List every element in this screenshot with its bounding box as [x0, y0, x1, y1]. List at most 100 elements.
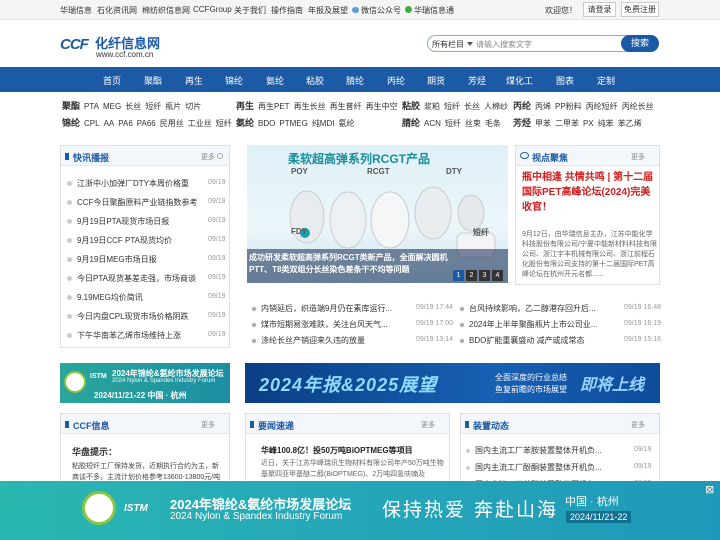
- forum-ad-small[interactable]: ISTM 2024年锦纶&氨纶市场发展论坛 2024 Nylon & Spand…: [60, 363, 230, 403]
- category-link[interactable]: AA: [104, 119, 115, 128]
- search-button[interactable]: 搜索: [621, 35, 659, 52]
- register-button[interactable]: 免费注册: [621, 2, 659, 17]
- flash-more-link[interactable]: 更多: [201, 152, 215, 162]
- category-link[interactable]: 短纤: [216, 119, 232, 128]
- category-link[interactable]: BDO: [258, 119, 275, 128]
- category-link[interactable]: 人棉纱: [484, 102, 508, 111]
- nav-polyester[interactable]: 聚酯: [144, 74, 162, 87]
- carousel-banner[interactable]: 柔软超高弹系列RCGT产品 POY RCGT DTY FDY 短纤 成功研发柔软…: [247, 145, 508, 283]
- carousel-page-1[interactable]: 1: [453, 270, 464, 281]
- carousel-page-4[interactable]: 4: [492, 270, 503, 281]
- top-link-cotton[interactable]: 棉纺织信息网: [142, 5, 190, 16]
- category-link[interactable]: 丙纶长丝: [622, 102, 654, 111]
- category-link[interactable]: 短纤: [145, 102, 161, 111]
- news-fast-headline[interactable]: 华峰100.8亿！投50万吨BiOPTMEG等项目: [261, 445, 413, 456]
- news-list-item[interactable]: BDO扩能重襄盛动 减产或成常态 09/19 15:16: [460, 335, 661, 346]
- category-link[interactable]: 再生普纤: [330, 102, 362, 111]
- category-link[interactable]: PTMEG: [279, 119, 307, 128]
- flash-news-item[interactable]: 今日内盘CPL现货市场价格阴跌 09/19: [67, 311, 226, 322]
- category-link[interactable]: 再生PET: [258, 102, 290, 111]
- focus-more-link[interactable]: 更多: [631, 152, 645, 162]
- category-link[interactable]: 民用丝: [160, 119, 184, 128]
- category-link[interactable]: 工业丝: [188, 119, 212, 128]
- category-link[interactable]: 切片: [185, 102, 201, 111]
- category-link[interactable]: PTA: [84, 102, 99, 111]
- category-title[interactable]: 聚酯: [62, 101, 80, 111]
- nav-recycled[interactable]: 再生: [185, 74, 203, 87]
- category-link[interactable]: 浆粕: [424, 102, 440, 111]
- nav-aromatics[interactable]: 芳烃: [468, 74, 486, 87]
- category-link[interactable]: 纯MDI: [312, 119, 335, 128]
- install-more-link[interactable]: 更多: [631, 420, 645, 430]
- news-list-item[interactable]: 煤市短期易涨难跌，关注台风天气... 09/19 17:00: [252, 319, 457, 330]
- nav-nylon[interactable]: 锦纶: [225, 74, 243, 87]
- close-icon[interactable]: ⊠: [705, 483, 714, 496]
- category-link[interactable]: 短纤: [444, 102, 460, 111]
- search-scope-select[interactable]: 所有栏目: [432, 39, 464, 50]
- category-title[interactable]: 丙纶: [513, 101, 531, 111]
- nav-coal-chem[interactable]: 煤化工: [506, 74, 533, 87]
- top-link-petrochem[interactable]: 石化资讯网: [97, 5, 137, 16]
- top-link-annual[interactable]: 年报及展望: [308, 5, 348, 16]
- news-list-item[interactable]: 2024年上半年聚酯瓶片上市公司业... 09/19 16:19: [460, 319, 661, 330]
- nav-spandex[interactable]: 氨纶: [266, 74, 284, 87]
- flash-news-item[interactable]: 9月19日MEG市场日报 09/19: [67, 254, 226, 265]
- category-link[interactable]: 毛条: [485, 119, 501, 128]
- top-link-ccfgroup[interactable]: CCFGroup: [193, 5, 232, 14]
- category-link[interactable]: PA6: [118, 119, 133, 128]
- nav-polypropylene[interactable]: 丙纶: [387, 74, 405, 87]
- category-link[interactable]: 甲苯: [535, 119, 551, 128]
- flash-news-item[interactable]: 9月19日CCF PTA现货均价 09/19: [67, 235, 226, 246]
- category-link[interactable]: PA66: [137, 119, 156, 128]
- category-link[interactable]: 二甲苯: [555, 119, 579, 128]
- category-link[interactable]: ACN: [424, 119, 441, 128]
- news-list-item[interactable]: 台风持续影响，乙二醇港存回升后... 09/19 16:48: [460, 303, 661, 314]
- news-fast-more-link[interactable]: 更多: [421, 420, 435, 430]
- category-link[interactable]: 再生长丝: [294, 102, 326, 111]
- category-link[interactable]: CPL: [84, 119, 100, 128]
- category-link[interactable]: 丝束: [465, 119, 481, 128]
- category-title[interactable]: 锦纶: [62, 118, 80, 128]
- carousel-page-3[interactable]: 3: [479, 270, 490, 281]
- category-link[interactable]: 丙烯: [535, 102, 551, 111]
- flash-news-item[interactable]: 9.19MEG均价简讯 09/19: [67, 292, 226, 303]
- nav-futures[interactable]: 期货: [427, 74, 445, 87]
- carousel-page-2[interactable]: 2: [466, 270, 477, 281]
- category-link[interactable]: 丙纶短纤: [586, 102, 618, 111]
- category-title[interactable]: 再生: [236, 101, 254, 111]
- focus-headline[interactable]: 瓶中相逢 共情共鸣 | 第十二届国际PET高峰论坛(2024)完美收官！: [522, 170, 658, 215]
- category-link[interactable]: MEG: [103, 102, 121, 111]
- category-link[interactable]: 再生中空: [366, 102, 398, 111]
- flash-news-item[interactable]: CCF今日聚酯原料产业链指数参考 09/19: [67, 197, 226, 208]
- category-link[interactable]: PX: [583, 119, 594, 128]
- news-list-item[interactable]: 内销延后，织造端9月仍在素库运行... 09/19 17:44: [252, 303, 457, 314]
- category-title[interactable]: 腈纶: [402, 118, 420, 128]
- news-list-item[interactable]: 涤纶长丝产销迎来久违的放量 09/19 13:14: [252, 335, 457, 346]
- install-item[interactable]: 国内主流工厂苯胺装置整体开机负... 09/19: [466, 445, 656, 456]
- top-link-wechat[interactable]: 微信公众号: [352, 5, 401, 16]
- install-item[interactable]: 国内主流工厂酚酮装置整体开机负... 09/19: [466, 462, 656, 473]
- category-link[interactable]: 长丝: [125, 102, 141, 111]
- category-title[interactable]: 氨纶: [236, 118, 254, 128]
- nav-custom[interactable]: 定制: [597, 74, 615, 87]
- category-title[interactable]: 粘胶: [402, 101, 420, 111]
- nav-charts[interactable]: 图表: [556, 74, 574, 87]
- category-link[interactable]: 纯苯: [598, 119, 614, 128]
- category-link[interactable]: 瓶片: [165, 102, 181, 111]
- site-logo[interactable]: CCF 化纤信息网 www.ccf.com.cn: [60, 33, 170, 61]
- nav-viscose[interactable]: 粘胶: [306, 74, 324, 87]
- annual-report-ad[interactable]: 2024年报&2025展望 全面深度的行业总结 鱼复前瞻的市场展望 即将上线: [245, 363, 660, 403]
- flash-news-item[interactable]: 今日PTA现货基差走强，市场商谈 09/19: [67, 273, 226, 284]
- top-link-guide[interactable]: 操作指南: [271, 5, 303, 16]
- category-title[interactable]: 芳烃: [513, 118, 531, 128]
- flash-news-item[interactable]: 江浙中小加弹厂DTY本周价格重 09/19: [67, 178, 226, 189]
- ccf-tips-more-link[interactable]: 更多: [201, 420, 215, 430]
- top-link-huarui[interactable]: 华瑞信息: [60, 5, 92, 16]
- nav-home[interactable]: 首页: [103, 74, 121, 87]
- flash-news-item[interactable]: 下午华南苯乙烯市场维持上涨 09/19: [67, 330, 226, 341]
- category-link[interactable]: PP粉料: [555, 102, 582, 111]
- flash-news-item[interactable]: 9月19日PTA现货市场日报 09/19: [67, 216, 226, 227]
- top-link-app[interactable]: 华瑞信息通: [405, 5, 454, 16]
- login-button[interactable]: 请登录: [583, 2, 616, 17]
- category-link[interactable]: 氨纶: [338, 119, 354, 128]
